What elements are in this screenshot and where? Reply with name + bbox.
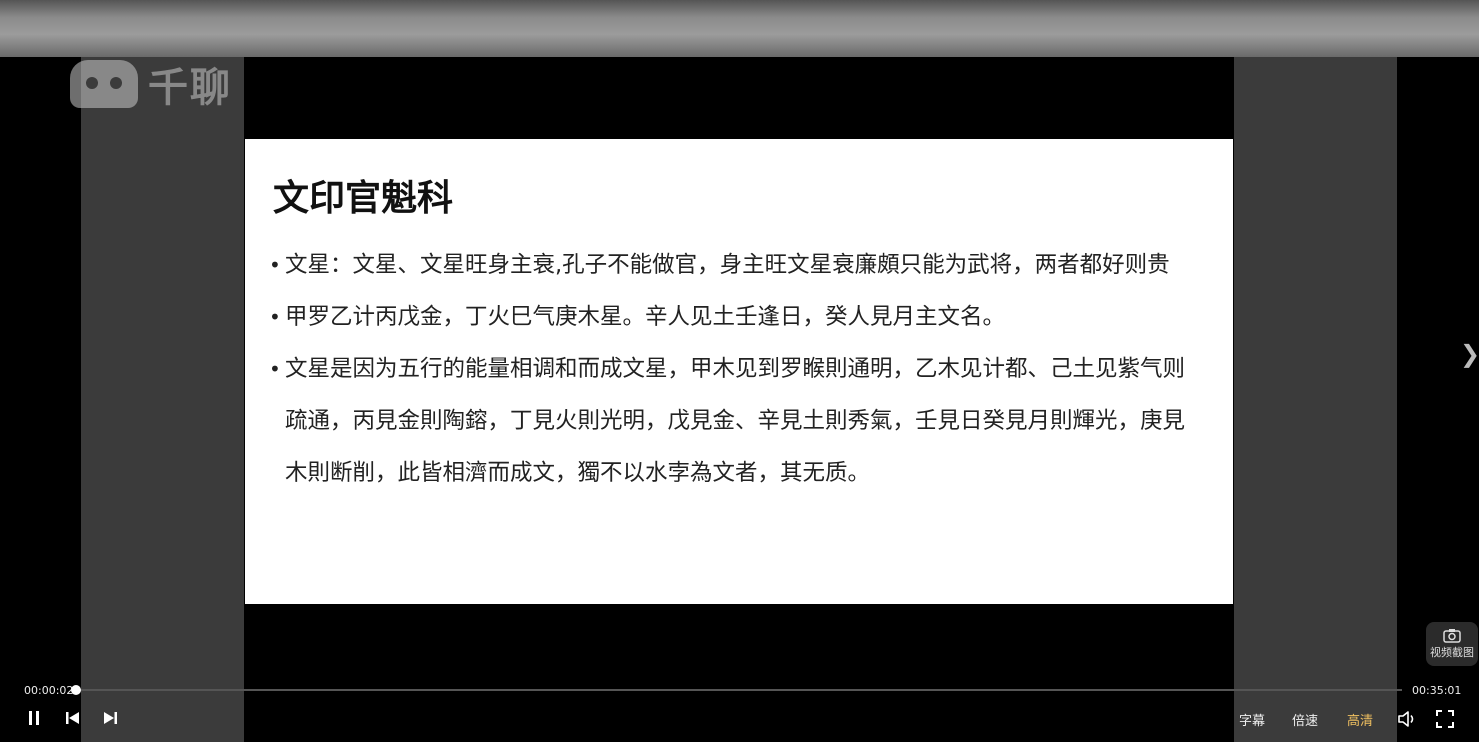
slide-bullet: 甲罗乙计丙戊金，丁火巳气庚木星。辛人见土壬逢日，癸人見月主文名。 xyxy=(269,291,1199,343)
camera-icon xyxy=(1443,629,1461,643)
progress-knob[interactable] xyxy=(71,685,82,695)
right-side-panel xyxy=(1234,57,1397,742)
slide-bullet-list: 文星：文星、文星旺身主衰,孔子不能做官，身主旺文星衰廉頗只能为武将，两者都好则贵… xyxy=(269,239,1199,499)
subtitle-button[interactable]: 字幕 xyxy=(1239,710,1265,729)
next-icon[interactable] xyxy=(102,710,118,726)
current-time: 00:00:02 xyxy=(24,684,74,697)
chevron-right-icon[interactable]: ❯ xyxy=(1460,340,1479,368)
progress-bar[interactable] xyxy=(71,685,1402,695)
slide-bullet: 文星：文星、文星旺身主衰,孔子不能做官，身主旺文星衰廉頗只能为武将，两者都好则贵 xyxy=(269,239,1199,291)
watermark-text: 千聊 xyxy=(148,65,232,111)
speed-button[interactable]: 倍速 xyxy=(1292,710,1318,729)
top-blur-bar xyxy=(0,0,1479,57)
video-screenshot-button[interactable]: 视频截图 xyxy=(1426,622,1478,666)
total-time: 00:35:01 xyxy=(1412,684,1462,697)
screenshot-label: 视频截图 xyxy=(1430,646,1474,659)
slide-title: 文印官魁科 xyxy=(273,178,454,219)
volume-icon[interactable] xyxy=(1397,710,1417,728)
quality-button[interactable]: 高清 xyxy=(1347,710,1373,729)
fullscreen-icon[interactable] xyxy=(1436,710,1454,728)
mascot-icon xyxy=(70,60,138,108)
presentation-slide: 文印官魁科 文星：文星、文星旺身主衰,孔子不能做官，身主旺文星衰廉頗只能为武将，… xyxy=(245,139,1233,604)
pause-icon[interactable] xyxy=(27,710,41,726)
previous-icon[interactable] xyxy=(65,710,81,726)
slide-bullet: 文星是因为五行的能量相调和而成文星，甲木见到罗睺則通明，乙木见计都、己土见紫气则… xyxy=(269,343,1199,499)
left-side-panel xyxy=(81,57,244,742)
watermark-logo: 千聊 xyxy=(70,55,232,113)
